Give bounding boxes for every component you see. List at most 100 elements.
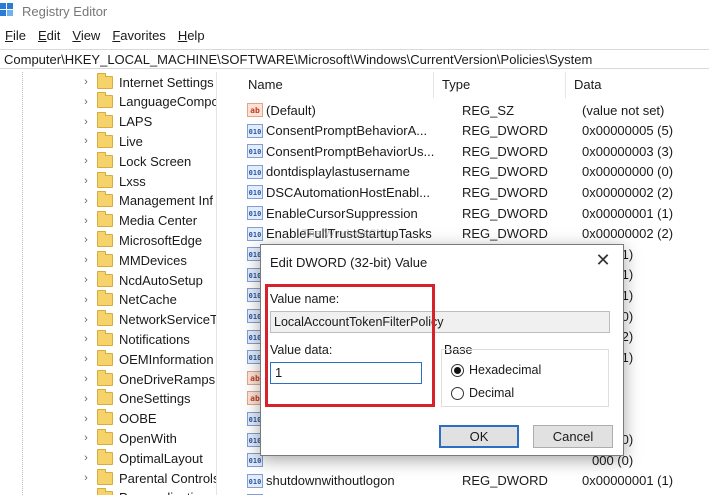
chevron-right-icon[interactable]: ›: [80, 294, 92, 306]
value-row[interactable]: 010 dontdisplaylastusername REG_DWORD 0x000…: [240, 162, 709, 182]
folder-icon: [97, 230, 113, 247]
tree-item[interactable]: › OpenWith: [80, 428, 177, 448]
tree-item-label: Media Center: [119, 213, 198, 229]
value-row[interactable]: 010 shutdownwithoutlogon REG_DWORD 0x000000…: [240, 471, 709, 491]
chevron-right-icon[interactable]: ›: [80, 215, 92, 227]
chevron-right-icon[interactable]: ›: [80, 314, 92, 326]
chevron-right-icon[interactable]: ›: [80, 274, 92, 286]
chevron-right-icon[interactable]: ›: [80, 333, 92, 345]
chevron-right-icon[interactable]: ›: [80, 234, 92, 246]
chevron-right-icon[interactable]: ›: [80, 432, 92, 444]
address-bar[interactable]: Computer\HKEY_LOCAL_MACHINE\SOFTWARE\Mic…: [0, 49, 709, 69]
tree-item-label: Personalization: [119, 490, 208, 495]
chevron-right-icon[interactable]: ›: [80, 116, 92, 128]
tree-item[interactable]: › LAPS: [80, 112, 152, 132]
tree-item[interactable]: ›Personalization: [80, 488, 208, 495]
radio-decimal[interactable]: Decimal: [451, 386, 514, 400]
chevron-right-icon[interactable]: ›: [80, 413, 92, 425]
tree-item[interactable]: › LanguageCompo: [80, 92, 216, 112]
value-name-label: Value name:: [270, 292, 340, 306]
chevron-right-icon[interactable]: ›: [80, 373, 92, 385]
value-row[interactable]: 010SupportFullTrustStartupTasksREG_DWORD…: [240, 491, 709, 495]
radio-hexadecimal[interactable]: Hexadecimal: [451, 363, 541, 377]
dword-value-icon: 010: [247, 164, 263, 179]
tree-item[interactable]: › OneSettings: [80, 389, 191, 409]
column-header-data[interactable]: Data: [566, 72, 709, 98]
column-header-type[interactable]: Type: [434, 72, 566, 98]
value-row[interactable]: 010 EnableCursorSuppression REG_DWORD 0x000…: [240, 203, 709, 223]
tree-item[interactable]: › NcdAutoSetup: [80, 270, 203, 290]
value-name-field[interactable]: LocalAccountTokenFilterPolicy: [270, 311, 610, 333]
chevron-right-icon[interactable]: ›: [80, 452, 92, 464]
tree-item[interactable]: › Internet Settings: [80, 72, 214, 92]
chevron-right-icon[interactable]: ›: [80, 175, 92, 187]
tree-item[interactable]: › MMDevices: [80, 250, 187, 270]
chevron-right-icon[interactable]: ›: [80, 155, 92, 167]
value-row[interactable]: 010 ConsentPromptBehaviorUs... REG_DWORD 0x…: [240, 141, 709, 161]
key-tree[interactable]: › Internet Settings › LanguageCompo › LAPS › Li…: [0, 72, 217, 495]
list-header: Name Type Data: [240, 72, 709, 98]
folder-icon: [97, 488, 113, 495]
menu-favorites[interactable]: Favorites: [106, 26, 171, 46]
chevron-right-icon[interactable]: ›: [80, 135, 92, 147]
folder-icon: [97, 310, 113, 327]
tree-item[interactable]: › MicrosoftEdge: [80, 230, 202, 250]
tree-item[interactable]: › Live: [80, 131, 143, 151]
value-row[interactable]: ab (Default) REG_SZ (value not set): [240, 100, 709, 120]
tree-item-label: NcdAutoSetup: [119, 272, 203, 288]
chevron-right-icon[interactable]: ›: [80, 96, 92, 108]
cancel-button[interactable]: Cancel: [533, 425, 613, 448]
value-name: shutdownwithoutlogon: [266, 473, 395, 489]
registry-editor-icon: [0, 3, 16, 19]
menu-view[interactable]: View: [66, 26, 106, 46]
close-icon[interactable]: ✕: [593, 251, 613, 269]
ok-button[interactable]: OK: [439, 425, 519, 448]
folder-icon: [97, 191, 113, 208]
radio-decimal-label: Decimal: [469, 386, 515, 400]
tree-item-label: NetworkServiceT: [119, 312, 217, 328]
chevron-right-icon[interactable]: ›: [80, 76, 92, 88]
column-header-name[interactable]: Name: [240, 72, 434, 98]
tree-item[interactable]: › NetCache: [80, 290, 177, 310]
tree-item[interactable]: › Media Center: [80, 211, 197, 231]
value-type: REG_DWORD: [462, 205, 548, 221]
value-data: 0x00000003 (3): [582, 143, 674, 159]
tree-item[interactable]: › Notifications: [80, 329, 190, 349]
chevron-right-icon[interactable]: ›: [80, 472, 92, 484]
folder-icon: [97, 151, 113, 168]
menu-edit[interactable]: Edit: [32, 26, 66, 46]
tree-item[interactable]: › Parental Controls: [80, 468, 216, 488]
radio-hexadecimal-label: Hexadecimal: [469, 363, 542, 377]
folder-icon: [97, 270, 113, 287]
menu-file[interactable]: File: [0, 26, 32, 46]
tree-item[interactable]: › NetworkServiceT: [80, 310, 217, 330]
tree-item[interactable]: › OEMInformation: [80, 349, 214, 369]
value-row[interactable]: 010 ConsentPromptBehaviorA... REG_DWORD 0x0…: [240, 121, 709, 141]
value-row[interactable]: 010 DSCAutomationHostEnabl... REG_DWORD 0x0…: [240, 182, 709, 202]
folder-icon: [97, 409, 113, 426]
value-name: ConsentPromptBehaviorUs...: [266, 143, 435, 159]
chevron-right-icon[interactable]: ›: [80, 195, 92, 207]
tree-item[interactable]: › OOBE: [80, 409, 157, 429]
tree-item[interactable]: › Lock Screen: [80, 151, 191, 171]
radio-selected-icon: [451, 363, 464, 377]
dword-value-icon: 010: [247, 144, 263, 159]
tree-item-label: Lock Screen: [119, 153, 192, 169]
value-data-input[interactable]: 1: [270, 362, 422, 384]
chevron-right-icon[interactable]: ›: [80, 254, 92, 266]
menu-help[interactable]: Help: [172, 26, 211, 46]
value-type: REG_DWORD: [462, 143, 548, 159]
folder-icon: [97, 290, 113, 307]
radio-unselected-icon: [451, 386, 464, 400]
chevron-right-icon[interactable]: ›: [80, 353, 92, 365]
dword-value-icon: 010: [247, 473, 263, 488]
tree-item[interactable]: › Lxss: [80, 171, 146, 191]
tree-item[interactable]: › OneDriveRamps: [80, 369, 215, 389]
tree-item-label: OEMInformation: [119, 351, 214, 367]
value-name: EnableCursorSuppression: [266, 205, 418, 221]
tree-item[interactable]: › OptimalLayout: [80, 448, 203, 468]
tree-item-label: Live: [119, 133, 143, 149]
tree-item[interactable]: › Management Inf: [80, 191, 213, 211]
folder-icon: [97, 448, 113, 465]
chevron-right-icon[interactable]: ›: [80, 393, 92, 405]
